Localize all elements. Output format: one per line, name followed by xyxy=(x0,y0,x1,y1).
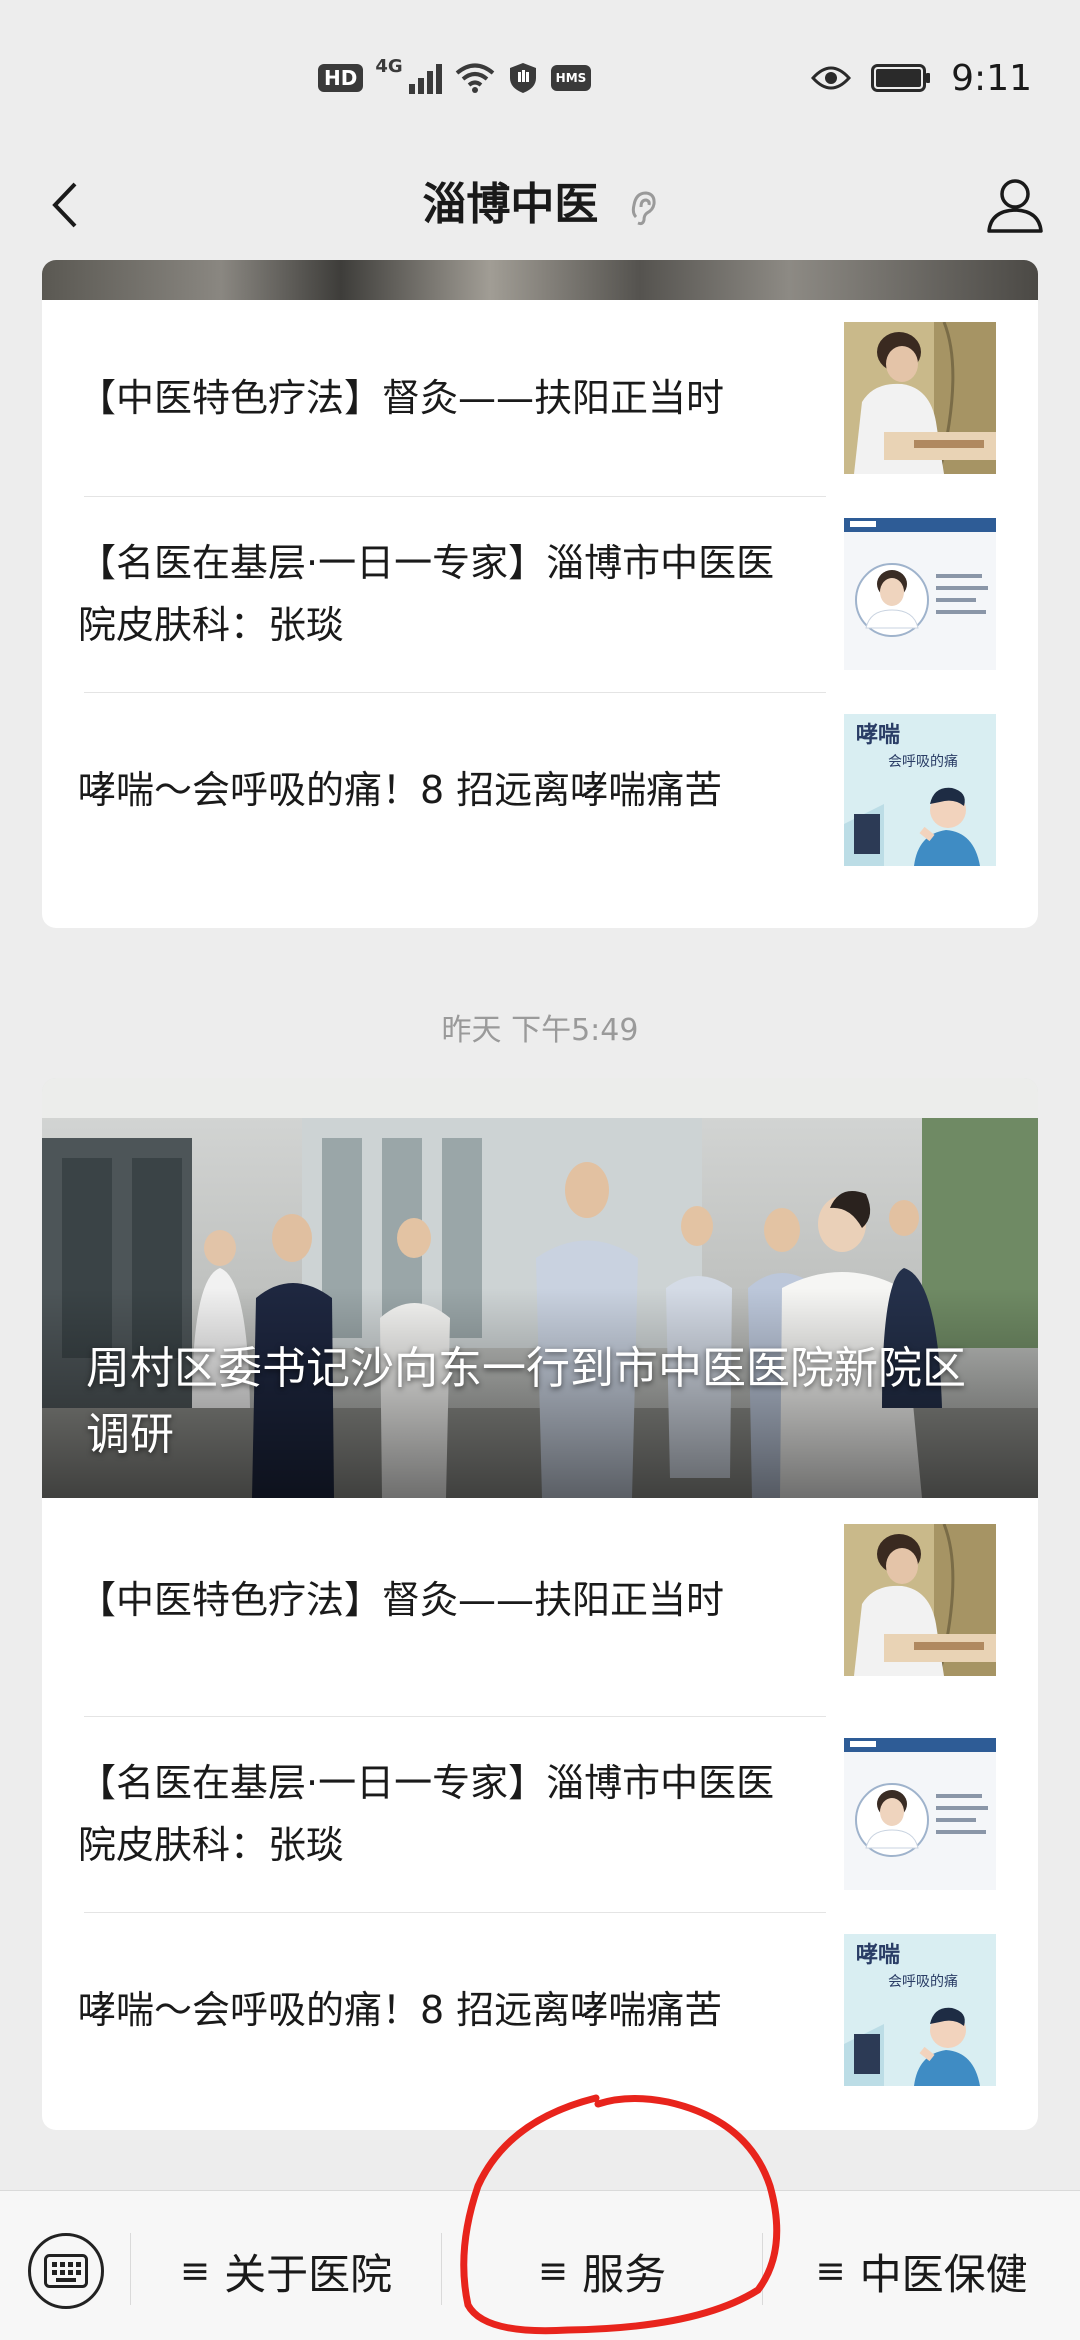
menu-tcm-health[interactable]: ≡ 中医保健 xyxy=(763,2221,1080,2321)
svg-text:哮喘: 哮喘 xyxy=(856,722,900,748)
thumbnail-asthma: 哮喘 会呼吸的痛 xyxy=(844,1934,996,2086)
thumbnail-asthma: 哮喘 会呼吸的痛 xyxy=(844,714,996,866)
keyboard-toggle-button[interactable] xyxy=(28,2233,104,2309)
article-title: 【中医特色疗法】督灸——扶阳正当时 xyxy=(78,376,725,420)
doctor-profile-image xyxy=(844,518,996,670)
clock-time: 9:11 xyxy=(951,57,1032,99)
status-right-icons: 9:11 xyxy=(811,52,1032,104)
asthma-illustration: 哮喘 会呼吸的痛 xyxy=(844,714,996,866)
navigation-bar: 淄博中医 xyxy=(0,150,1080,260)
list-item[interactable]: 【中医特色疗法】督灸——扶阳正当时 xyxy=(42,300,1038,496)
menu-label: 服务 xyxy=(582,2249,667,2299)
thumbnail-moxibustion xyxy=(844,1524,996,1676)
network-type: 4G xyxy=(375,56,403,77)
list-item[interactable]: 【名医在基层·一日一专家】淄博市中医医 院皮肤科：张琰 xyxy=(42,1716,1038,1912)
thumbnail-doctor-profile xyxy=(844,518,996,670)
menu-label: 关于医院 xyxy=(224,2249,393,2299)
article-card-2: 周村区委书记沙向东一行到市中医医院新院区调研 【中医特色疗法】督灸——扶阳正当时… xyxy=(42,1078,1038,2130)
menu-list-icon: ≡ xyxy=(815,2250,846,2292)
page-title: 淄博中医 xyxy=(0,172,1080,238)
person-icon xyxy=(987,179,1043,233)
menu-services[interactable]: ≡ 服务 xyxy=(442,2221,762,2321)
hero-title: 周村区委书记沙向东一行到市中医医院新院区调研 xyxy=(86,1343,966,1460)
battery-icon xyxy=(871,64,931,92)
asthma-illustration: 哮喘 会呼吸的痛 xyxy=(844,1934,996,2086)
status-left-icons: HD 4G HMS xyxy=(318,56,592,98)
menu-about-hospital[interactable]: ≡ 关于医院 xyxy=(131,2221,441,2321)
list-item[interactable]: 哮喘～会呼吸的痛！8 招远离哮喘痛苦 哮喘 会呼吸的痛 xyxy=(42,1912,1038,2108)
svg-text:会呼吸的痛: 会呼吸的痛 xyxy=(888,753,958,770)
article-title: 【中医特色疗法】督灸——扶阳正当时 xyxy=(78,1578,725,1622)
profile-button[interactable] xyxy=(980,170,1050,240)
keyboard-icon xyxy=(44,2254,88,2288)
hms-badge: HMS xyxy=(550,65,592,91)
bottom-menu-bar: ≡ 关于医院 ≡ 服务 ≡ 中医保健 xyxy=(0,2190,1080,2340)
message-timestamp: 昨天 下午5:49 xyxy=(441,1013,639,1048)
signal-icon xyxy=(408,64,442,94)
hero-article[interactable]: 周村区委书记沙向东一行到市中医医院新院区调研 xyxy=(42,1078,1038,1498)
doctor-profile-image xyxy=(844,1738,996,1890)
article-title: 哮喘～会呼吸的痛！8 招远离哮喘痛苦 xyxy=(78,1988,723,2032)
thumbnail-doctor-profile xyxy=(844,1738,996,1890)
account-name: 淄博中医 xyxy=(422,179,599,230)
svg-text:哮喘: 哮喘 xyxy=(856,1942,900,1968)
article-card-1: 【中医特色疗法】督灸——扶阳正当时 【名医在基层·一日一专家】淄博市中医医 院皮肤… xyxy=(42,260,1038,928)
thumbnail-moxibustion xyxy=(844,322,996,474)
article-title: 【名医在基层·一日一专家】淄博市中医医 院皮肤科：张琰 xyxy=(78,1761,775,1867)
hd-badge: HD xyxy=(318,64,364,92)
menu-list-icon: ≡ xyxy=(179,2250,211,2292)
list-item[interactable]: 哮喘～会呼吸的痛！8 招远离哮喘痛苦 哮喘 会呼吸的痛 xyxy=(42,692,1038,888)
eye-comfort-icon xyxy=(811,66,852,90)
shield-hand-icon xyxy=(509,63,536,93)
svg-text:会呼吸的痛: 会呼吸的痛 xyxy=(888,1973,958,1990)
article-title: 【名医在基层·一日一专家】淄博市中医医 院皮肤科：张琰 xyxy=(78,541,775,647)
moxibustion-image xyxy=(844,322,996,474)
list-item[interactable]: 【名医在基层·一日一专家】淄博市中医医 院皮肤科：张琰 xyxy=(42,496,1038,692)
list-item[interactable]: 【中医特色疗法】督灸——扶阳正当时 xyxy=(42,1502,1038,1698)
hero-image-strip[interactable] xyxy=(42,260,1038,300)
article-title: 哮喘～会呼吸的痛！8 招远离哮喘痛苦 xyxy=(78,768,723,812)
status-bar: HD 4G HMS 9:11 xyxy=(0,0,1080,150)
menu-list-icon: ≡ xyxy=(537,2250,569,2292)
wifi-icon xyxy=(455,63,494,93)
moxibustion-image xyxy=(844,1524,996,1676)
ear-icon[interactable] xyxy=(628,187,658,227)
menu-label: 中医保健 xyxy=(859,2249,1028,2299)
